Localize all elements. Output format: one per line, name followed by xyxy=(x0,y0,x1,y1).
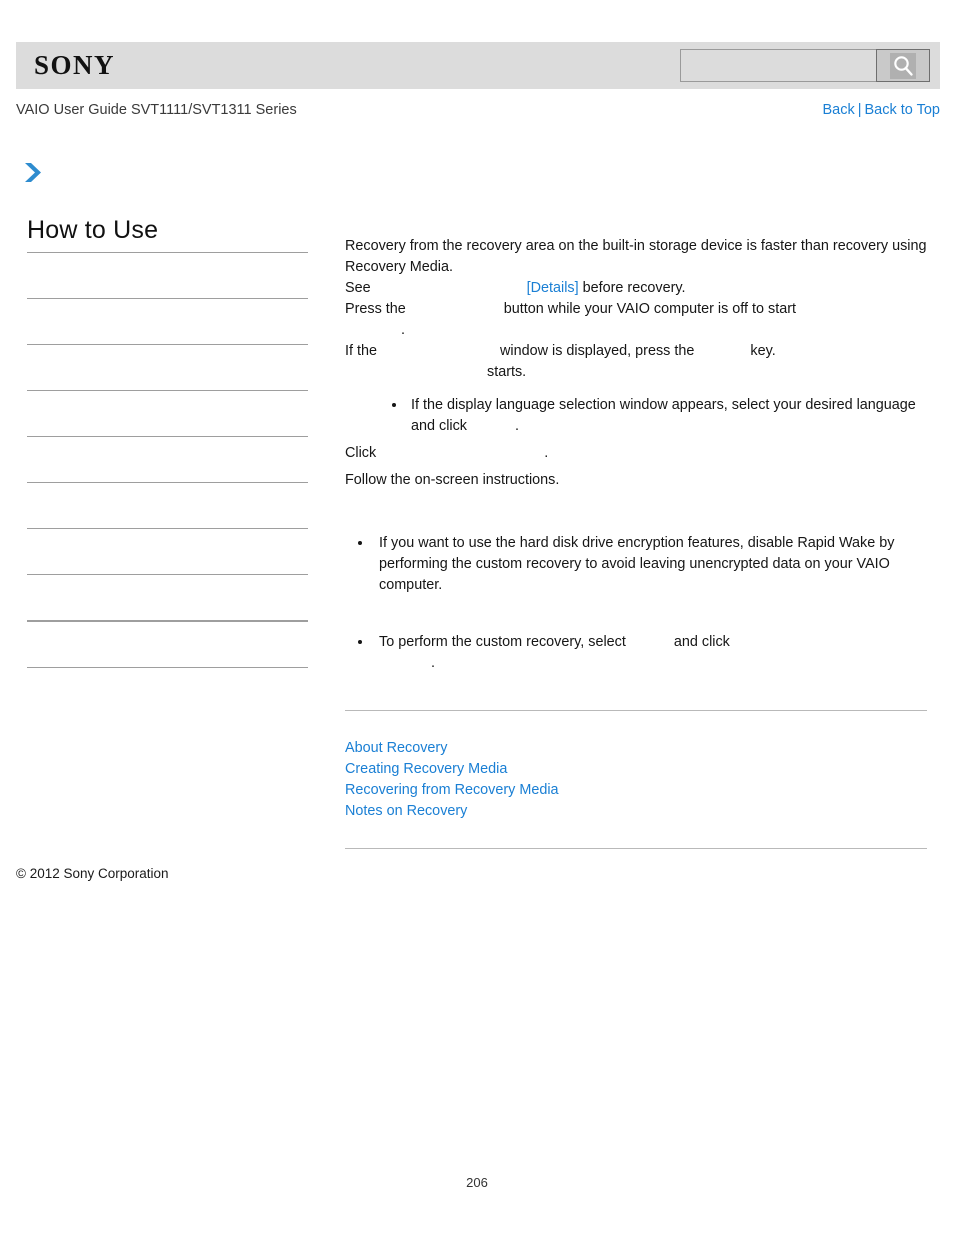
back-to-top-link[interactable]: Back to Top xyxy=(864,102,940,118)
bullet-1-line-2-prefix: and click xyxy=(411,418,467,434)
page-number: 206 xyxy=(466,1175,488,1190)
step-4: Follow the on-screen instructions. xyxy=(345,472,560,488)
step-1-mid: button while your VAIO computer is off t… xyxy=(503,301,797,317)
see-suffix: before recovery. xyxy=(582,280,686,296)
bullet-1-line-2-tail: . xyxy=(515,418,519,434)
note-2-prefix: To perform the custom recovery, select xyxy=(379,634,626,650)
related-link-creating-recovery-media[interactable]: Creating Recovery Media xyxy=(345,759,927,780)
step-3-tail: . xyxy=(544,445,549,461)
step-2-mid: window is displayed, press the xyxy=(500,343,695,359)
intro-paragraph-line1: Recovery from the recovery area on the b… xyxy=(345,238,927,254)
chevron-right-icon[interactable] xyxy=(22,160,44,186)
sidebar-item-4[interactable] xyxy=(27,436,308,482)
step-2-suffix: key. xyxy=(750,343,776,359)
see-prefix: See xyxy=(345,280,371,296)
related-link-recovering-from-recovery-media[interactable]: Recovering from Recovery Media xyxy=(345,780,927,801)
step-2-tail-text: starts. xyxy=(487,364,527,380)
details-link[interactable]: [Details] xyxy=(527,280,579,296)
search-button[interactable] xyxy=(876,49,930,82)
sidebar-item-9[interactable] xyxy=(27,667,308,713)
copyright-text: © 2012 Sony Corporation xyxy=(16,866,169,881)
nav-separator: | xyxy=(857,102,862,118)
sidebar-item-6[interactable] xyxy=(27,528,308,574)
back-link[interactable]: Back xyxy=(822,102,854,118)
main-content: Recovery from the recovery area on the b… xyxy=(345,236,927,849)
step-2-tail: starts. xyxy=(345,362,927,383)
note-1-line-1: If you want to use the hard disk drive e… xyxy=(379,535,895,551)
step-1: Press the button while your VAIO computer… xyxy=(345,299,927,320)
sidebar-item-1[interactable] xyxy=(27,298,308,344)
search-input[interactable] xyxy=(680,49,876,82)
step-3-prefix: Click xyxy=(345,445,377,461)
sidebar-nav-list xyxy=(27,252,308,713)
list-item: If you want to use the hard disk drive e… xyxy=(373,533,927,596)
sidebar-item-3[interactable] xyxy=(27,390,308,436)
list-item: If the display language selection window… xyxy=(407,395,927,437)
step-1-tail: . xyxy=(345,320,927,341)
related-topics-divider-top xyxy=(345,710,927,711)
step-1-tail-text: . xyxy=(401,322,405,338)
related-link-notes-on-recovery[interactable]: Notes on Recovery xyxy=(345,801,927,822)
sidebar-item-8[interactable] xyxy=(27,620,308,667)
sub-bullet-list: If the display language selection window… xyxy=(345,395,927,437)
related-topics-links: About Recovery Creating Recovery Media R… xyxy=(345,738,927,822)
note-list-1: If you want to use the hard disk drive e… xyxy=(345,533,927,596)
note-list-2: To perform the custom recovery, select an… xyxy=(345,632,927,674)
sidebar-item-2[interactable] xyxy=(27,344,308,390)
intro-paragraph-line2: Recovery Media. xyxy=(345,259,453,275)
step-3: Click. xyxy=(345,443,927,464)
see-details-line: See [Details] before recovery. xyxy=(345,278,927,299)
note-1-line-2: performing the custom recovery to avoid … xyxy=(379,556,890,572)
note-2-mid: and click xyxy=(673,634,730,650)
sidebar-item-7[interactable] xyxy=(27,574,308,620)
note-1-line-3: computer. xyxy=(379,577,443,593)
search-area xyxy=(680,49,930,82)
search-icon xyxy=(890,52,916,79)
step-2: If the window is displayed, press the key. xyxy=(345,341,927,362)
related-topics-divider-bottom xyxy=(345,848,927,849)
top-navigation: Back | Back to Top xyxy=(822,102,940,118)
sidebar-title: How to Use xyxy=(27,216,159,244)
site-header: SONY xyxy=(16,42,940,89)
related-link-about-recovery[interactable]: About Recovery xyxy=(345,738,927,759)
sidebar-item-5[interactable] xyxy=(27,482,308,528)
step-2-prefix: If the xyxy=(345,343,377,359)
step-1-prefix: Press the xyxy=(345,301,406,317)
sony-logo: SONY xyxy=(34,50,116,80)
sidebar: How to Use xyxy=(27,216,308,713)
bullet-1-line-1: If the display language selection window… xyxy=(411,397,916,413)
note-2-tail: . xyxy=(431,655,435,671)
sidebar-item-0[interactable] xyxy=(27,252,308,298)
guide-title: VAIO User Guide SVT1111/SVT1311 Series xyxy=(16,102,297,118)
list-item: To perform the custom recovery, select an… xyxy=(373,632,927,674)
